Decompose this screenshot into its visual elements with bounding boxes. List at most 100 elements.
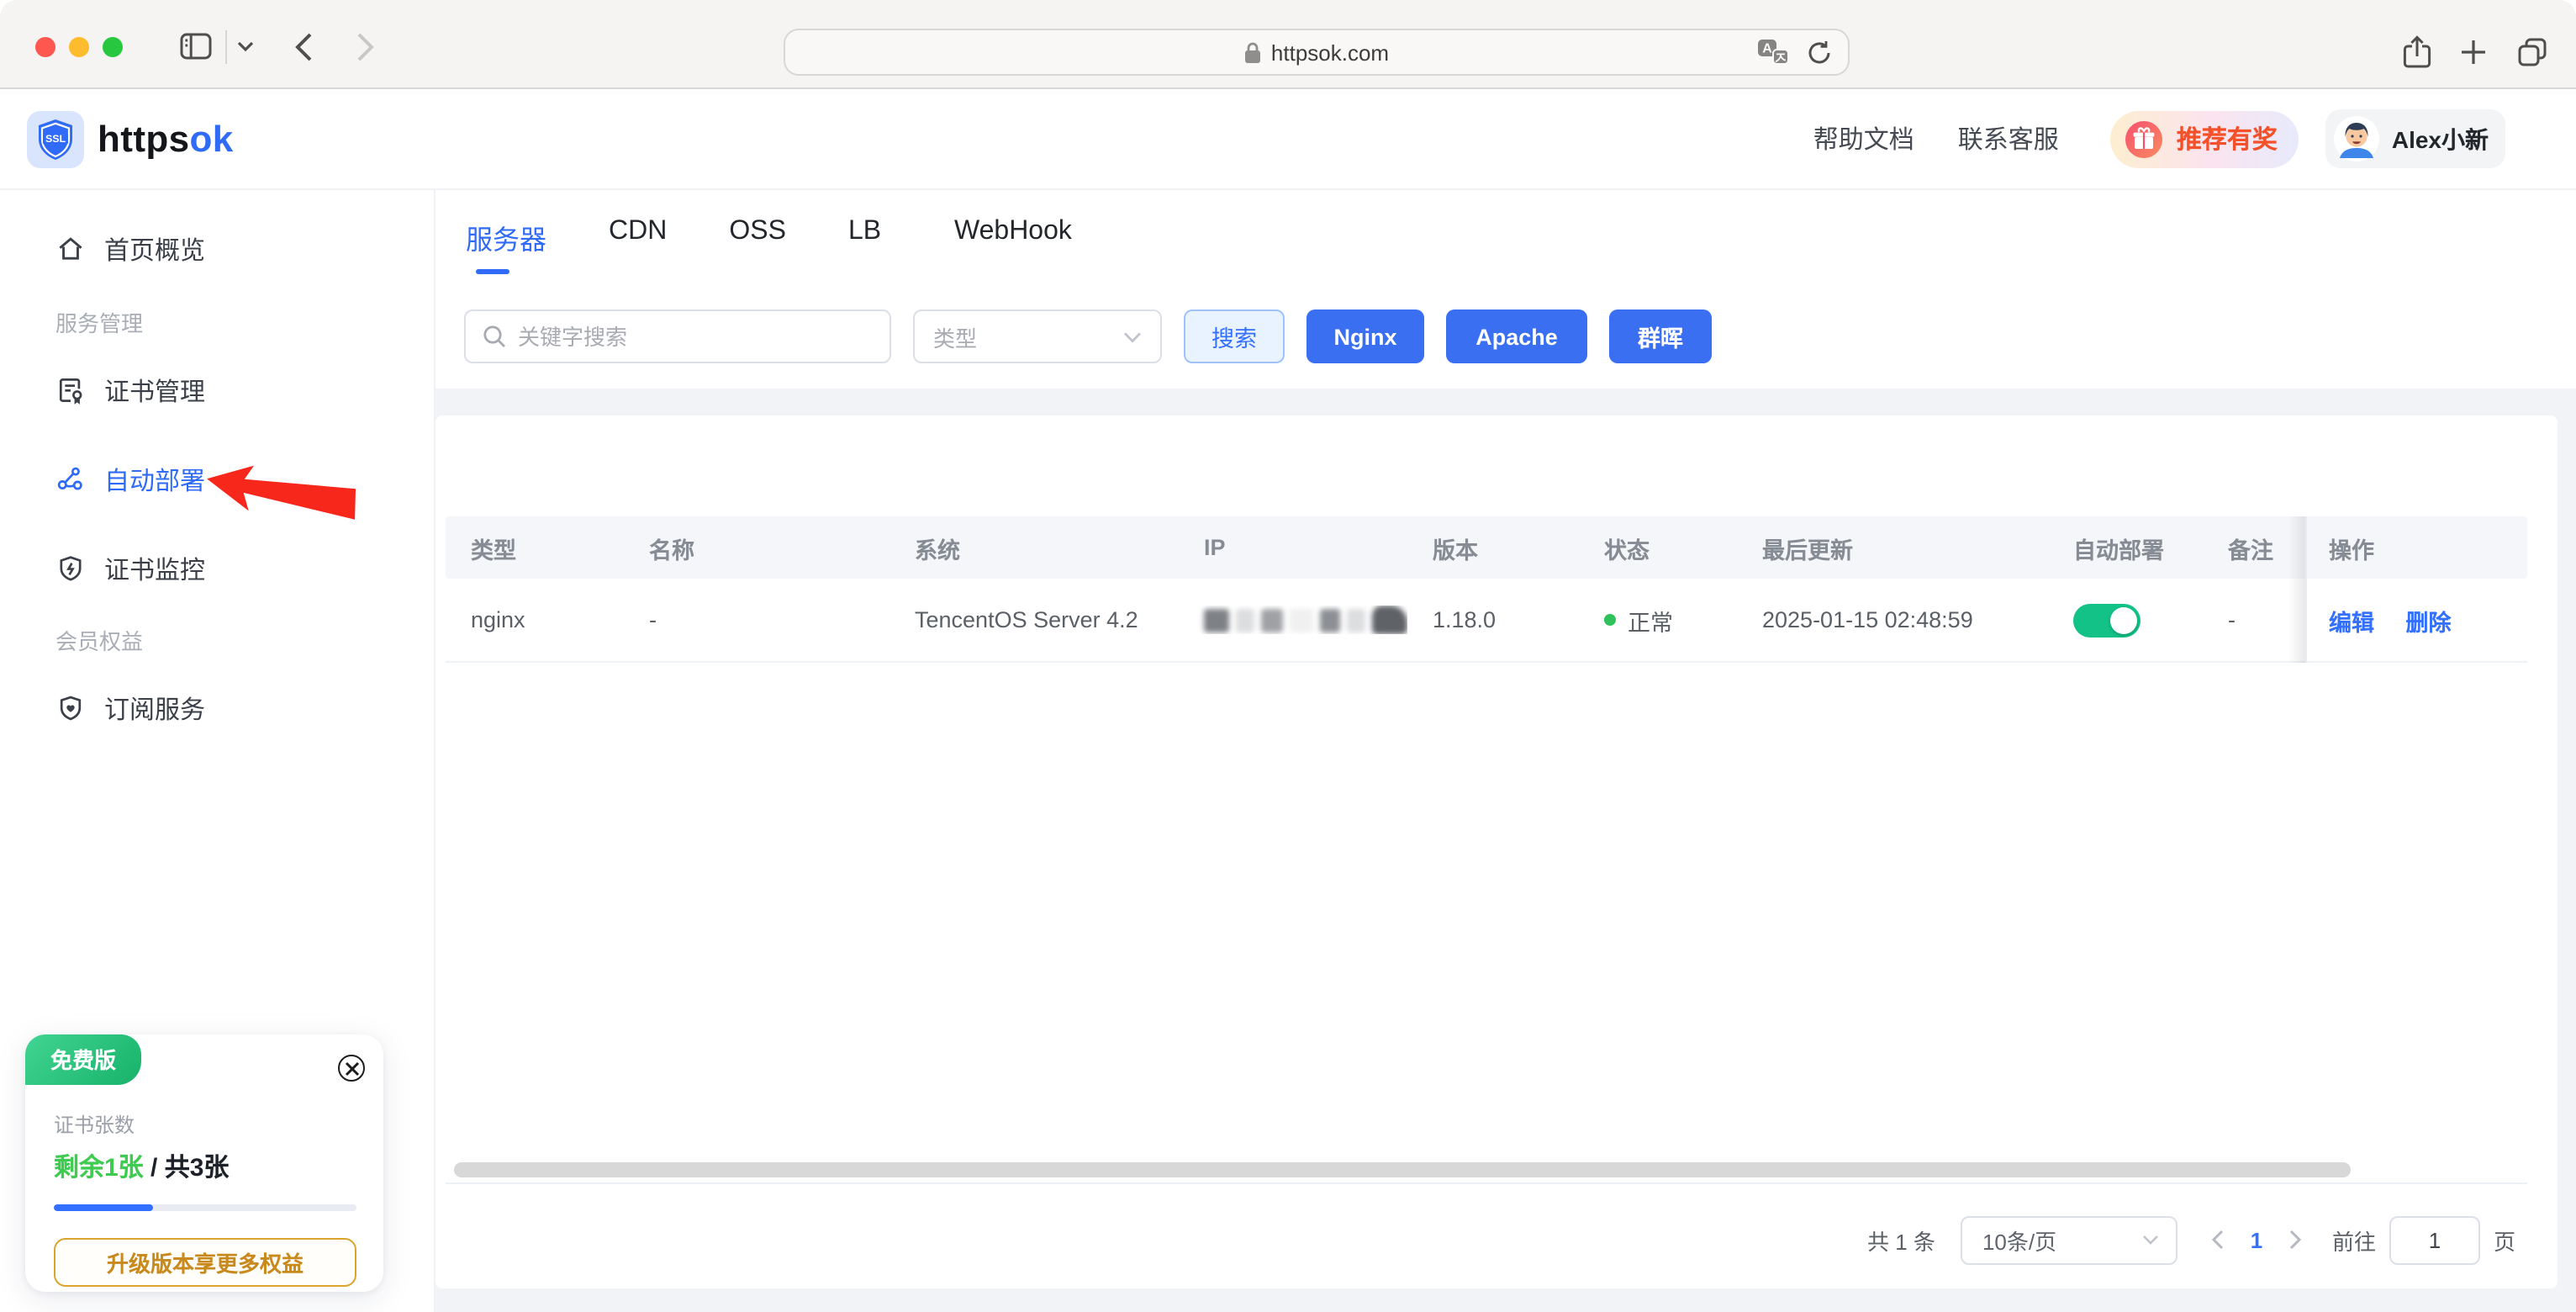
delete-link[interactable]: 删除 [2406, 610, 2452, 635]
cell-auto-deploy [2048, 603, 2203, 637]
translate-icon[interactable]: A [1757, 39, 1789, 66]
chrome-divider [225, 29, 227, 63]
type-select[interactable]: 类型 [913, 309, 1162, 363]
minimize-window-button[interactable] [69, 36, 89, 56]
share-icon[interactable] [2403, 35, 2431, 69]
sidebar-item-auto-deploy[interactable]: 自动部署 [0, 459, 434, 500]
avatar [2335, 116, 2380, 161]
tab-webhook[interactable]: WebHook [954, 217, 1072, 274]
edit-link[interactable]: 编辑 [2329, 610, 2374, 635]
tab-cdn[interactable]: CDN [609, 217, 667, 274]
nginx-button[interactable]: Nginx [1306, 309, 1424, 363]
user-menu[interactable]: Alex小新 [2326, 109, 2505, 168]
cell-type: nginx [446, 607, 624, 632]
col-type: 类型 [446, 531, 624, 564]
close-icon [344, 1061, 359, 1076]
goto-page-input[interactable] [2389, 1215, 2480, 1264]
col-actions: 操作 [2305, 531, 2527, 564]
fixed-column-divider [2305, 516, 2307, 663]
nav-help-docs[interactable]: 帮助文档 [1813, 121, 1914, 156]
url-text: httpsok.com [1271, 40, 1389, 65]
deploy-toolbar-section: 服务器 CDN OSS LB WebHook 类型 [435, 190, 2576, 389]
user-name: Alex小新 [2392, 122, 2489, 156]
fixed-column-shadow [2288, 516, 2305, 663]
certificate-icon [55, 375, 86, 405]
tab-overview-icon[interactable] [2515, 35, 2549, 69]
sidebar-item-home-overview[interactable]: 首页概览 [0, 229, 434, 269]
search-icon [483, 325, 506, 348]
table-row: nginx - TencentOS Server 4.2 1.18.0 正常 2… [446, 579, 2527, 663]
col-last-updated: 最后更新 [1737, 531, 2048, 564]
referral-reward-label: 推荐有奖 [2177, 121, 2278, 156]
deploy-nodes-icon [55, 464, 86, 495]
page-unit-label: 页 [2494, 1224, 2515, 1256]
shield-bolt-icon [55, 553, 86, 584]
next-page-button[interactable] [2288, 1230, 2302, 1250]
cell-system: TencentOS Server 4.2 [889, 607, 1179, 632]
httpsok-logo[interactable]: SSL [27, 110, 84, 167]
forward-button[interactable] [356, 31, 375, 61]
pagination-total: 共 1 条 [1867, 1224, 1935, 1256]
back-button[interactable] [294, 31, 313, 61]
sidebar-item-subscription[interactable]: 订阅服务 [0, 688, 434, 728]
reload-icon[interactable] [1808, 40, 1831, 65]
cell-name: - [624, 607, 889, 632]
sidebar-chevron-down-icon[interactable] [237, 40, 254, 52]
current-page[interactable]: 1 [2245, 1227, 2268, 1252]
synology-button[interactable]: 群晖 [1609, 309, 1712, 363]
sidebar-item-cert-monitoring[interactable]: 证书监控 [0, 548, 434, 589]
sidebar: 首页概览 服务管理 证书管理 自动部署 [0, 190, 435, 1312]
browser-chrome: httpsok.com A [0, 0, 2576, 89]
col-name: 名称 [624, 531, 889, 564]
safari-window: httpsok.com A [0, 0, 2576, 1312]
keyword-search-field[interactable] [464, 309, 891, 363]
search-button[interactable]: 搜索 [1184, 309, 1285, 363]
new-tab-icon[interactable] [2460, 39, 2487, 66]
tls-lock-icon [1244, 41, 1261, 63]
home-icon [55, 234, 86, 264]
sidebar-section-service-management: 服务管理 [0, 306, 434, 336]
status-ok-dot [1604, 614, 1616, 626]
chevron-down-icon [2142, 1235, 2159, 1245]
referral-reward-button[interactable]: 推荐有奖 [2111, 110, 2299, 167]
deploy-type-tabs: 服务器 CDN OSS LB WebHook [466, 217, 2576, 274]
tab-server[interactable]: 服务器 [466, 217, 546, 274]
page-size-select[interactable]: 10条/页 [1961, 1215, 2177, 1264]
nav-contact-support[interactable]: 联系客服 [1958, 121, 2059, 156]
apache-button[interactable]: Apache [1446, 309, 1587, 363]
plan-card-close-button[interactable] [338, 1055, 365, 1082]
brand-wordmark: httpsok [98, 117, 234, 161]
col-auto-deploy: 自动部署 [2048, 531, 2203, 564]
cell-ip [1179, 606, 1407, 634]
col-ip: IP [1179, 535, 1407, 560]
app-header: SSL httpsok 帮助文档 联系客服 推荐有奖 [0, 89, 2576, 190]
logo-ssl-text: SSL [45, 132, 66, 144]
ip-redacted-blur [1204, 606, 1407, 634]
traffic-lights [35, 36, 123, 56]
zoom-window-button[interactable] [103, 36, 123, 56]
upgrade-plan-button[interactable]: 升级版本享更多权益 [54, 1238, 356, 1287]
pagination: 共 1 条 10条/页 1 前往 页 [1867, 1214, 2515, 1265]
close-window-button[interactable] [35, 36, 55, 56]
chevron-down-icon [1123, 331, 1142, 342]
sidebar-item-cert-management[interactable]: 证书管理 [0, 370, 434, 410]
prev-page-button[interactable] [2211, 1230, 2225, 1250]
col-system: 系统 [889, 531, 1179, 564]
tab-oss[interactable]: OSS [729, 217, 786, 274]
tab-lb[interactable]: LB [848, 217, 892, 274]
horizontal-scrollbar[interactable] [454, 1162, 2351, 1177]
main-content: 服务器 CDN OSS LB WebHook 类型 [435, 190, 2576, 1312]
cert-progress-track [54, 1204, 356, 1211]
col-status: 状态 [1579, 531, 1737, 564]
cell-version: 1.18.0 [1407, 607, 1579, 632]
cell-actions: 编辑 删除 [2305, 603, 2527, 637]
keyword-search-input[interactable] [518, 324, 873, 349]
server-table-card: 类型 名称 系统 IP 版本 状态 最后更新 自动部署 备注 操作 nginx … [435, 415, 2558, 1288]
plan-card: 免费版 证书张数 剩余1张 / 共3张 升级版本享更多权益 [25, 1034, 383, 1292]
auto-deploy-toggle[interactable] [2073, 603, 2141, 637]
address-bar[interactable]: httpsok.com A [784, 29, 1850, 76]
plan-badge-free: 免费版 [25, 1034, 141, 1085]
table-bottom-border [446, 1182, 2527, 1184]
sidebar-toggle-icon[interactable] [180, 32, 212, 61]
cert-progress-fill [54, 1204, 154, 1211]
